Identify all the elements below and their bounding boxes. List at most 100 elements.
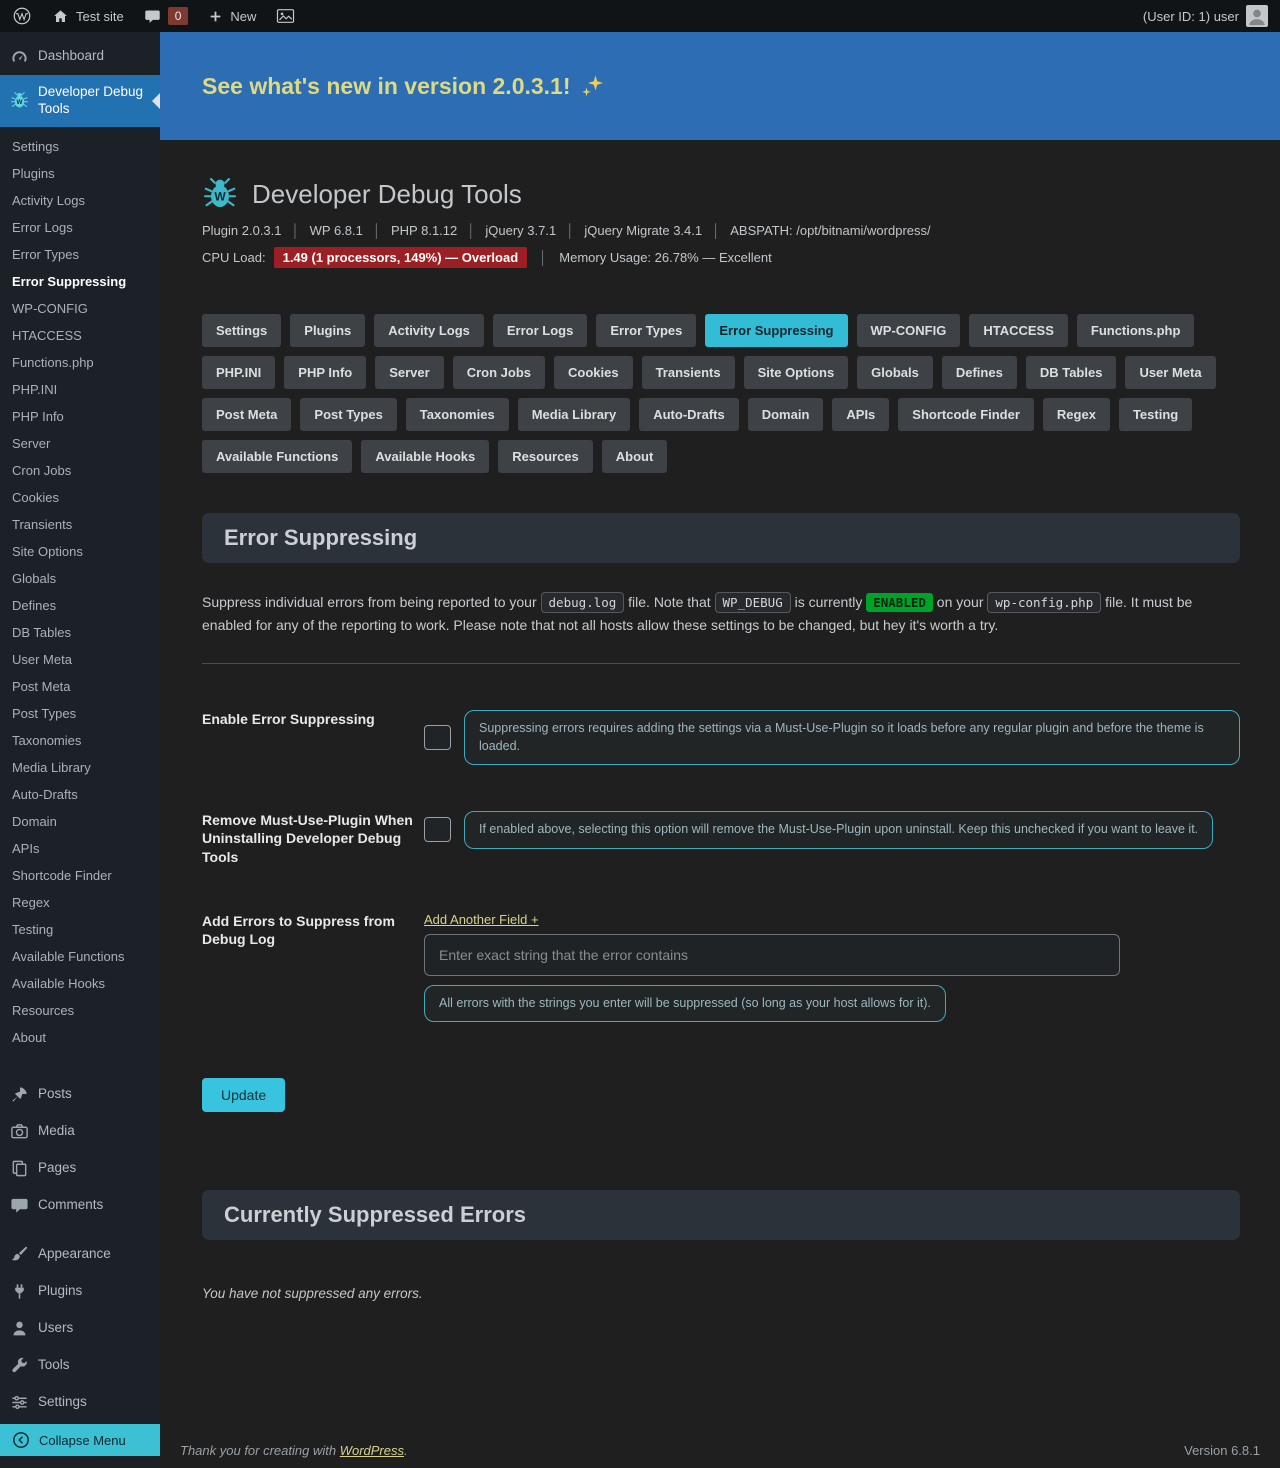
sidebar-submenu-item[interactable]: Error Suppressing	[0, 269, 160, 296]
tab[interactable]: DB Tables	[1026, 356, 1117, 389]
comments-link[interactable]: 0	[144, 7, 189, 25]
sidebar-submenu-item[interactable]: Auto-Drafts	[0, 782, 160, 809]
settings-icon	[10, 1393, 29, 1412]
sidebar-submenu-item[interactable]: Error Logs	[0, 215, 160, 242]
new-label: New	[230, 9, 256, 24]
sidebar-submenu-item[interactable]: Globals	[0, 566, 160, 593]
tab[interactable]: Plugins	[290, 314, 365, 347]
sidebar-item-comments[interactable]: Comments	[0, 1187, 160, 1224]
sidebar-submenu-item[interactable]: Defines	[0, 593, 160, 620]
tab[interactable]: Defines	[942, 356, 1017, 389]
sidebar-item-posts[interactable]: Posts	[0, 1076, 160, 1113]
tab[interactable]: Auto-Drafts	[639, 398, 739, 431]
tab[interactable]: Taxonomies	[406, 398, 509, 431]
sidebar-submenu-item[interactable]: Site Options	[0, 539, 160, 566]
tab[interactable]: Globals	[857, 356, 933, 389]
tab[interactable]: Site Options	[744, 356, 849, 389]
tab[interactable]: Post Types	[300, 398, 396, 431]
tab[interactable]: Server	[375, 356, 443, 389]
tab[interactable]: Error Logs	[493, 314, 587, 347]
sidebar-submenu-item[interactable]: Cookies	[0, 485, 160, 512]
sidebar-submenu-item[interactable]: PHP Info	[0, 404, 160, 431]
sidebar-item-pages[interactable]: Pages	[0, 1150, 160, 1187]
sidebar-submenu-item[interactable]: User Meta	[0, 647, 160, 674]
sidebar-submenu-item[interactable]: Domain	[0, 809, 160, 836]
tab[interactable]: Transients	[642, 356, 735, 389]
sidebar-submenu-item[interactable]: Testing	[0, 917, 160, 944]
tab[interactable]: Settings	[202, 314, 281, 347]
sidebar-item-developer-debug-tools[interactable]: Developer Debug Tools	[0, 75, 160, 127]
sidebar-item-appearance[interactable]: Appearance	[0, 1236, 160, 1273]
sidebar-submenu-item[interactable]: PHP.INI	[0, 377, 160, 404]
tab[interactable]: Cron Jobs	[453, 356, 545, 389]
enable-error-suppressing-checkbox[interactable]	[424, 725, 451, 750]
tab[interactable]: APIs	[832, 398, 889, 431]
tab[interactable]: PHP.INI	[202, 356, 275, 389]
tab[interactable]: Available Hooks	[361, 440, 489, 473]
sidebar-submenu-item[interactable]: Error Types	[0, 242, 160, 269]
wordpress-logo[interactable]	[12, 6, 32, 26]
sidebar-item-plugins[interactable]: Plugins	[0, 1273, 160, 1310]
tab[interactable]: User Meta	[1125, 356, 1215, 389]
tab[interactable]: Functions.php	[1077, 314, 1195, 347]
sidebar-submenu-item[interactable]: Media Library	[0, 755, 160, 782]
wordpress-link[interactable]: WordPress	[340, 1443, 404, 1458]
sidebar-submenu-item[interactable]: About	[0, 1025, 160, 1052]
tab[interactable]: Error Types	[596, 314, 696, 347]
sidebar-label-users: Users	[38, 1320, 73, 1337]
form-row-enable-error-suppressing: Enable Error Suppressing Suppressing err…	[202, 710, 1240, 765]
sidebar-submenu-item[interactable]: Post Types	[0, 701, 160, 728]
update-button[interactable]: Update	[202, 1078, 285, 1112]
sidebar-submenu-item[interactable]: Shortcode Finder	[0, 863, 160, 890]
tab[interactable]: Domain	[748, 398, 824, 431]
site-name-link[interactable]: Test site	[52, 8, 124, 25]
sidebar-submenu-item[interactable]: Taxonomies	[0, 728, 160, 755]
whats-new-banner[interactable]: See what's new in version 2.0.3.1!	[160, 32, 1280, 140]
sidebar-submenu-item[interactable]: Regex	[0, 890, 160, 917]
tab[interactable]: HTACCESS	[969, 314, 1068, 347]
remove-mu-plugin-checkbox[interactable]	[424, 817, 451, 842]
sidebar-submenu-item[interactable]: Plugins	[0, 161, 160, 188]
sidebar-submenu-item[interactable]: Activity Logs	[0, 188, 160, 215]
tab[interactable]: Available Functions	[202, 440, 352, 473]
sidebar-submenu-item[interactable]: Post Meta	[0, 674, 160, 701]
media-shortcut[interactable]	[276, 8, 295, 24]
tab[interactable]: Post Meta	[202, 398, 291, 431]
sidebar-submenu-item[interactable]: Transients	[0, 512, 160, 539]
add-another-field-link[interactable]: Add Another Field +	[424, 912, 539, 927]
sidebar-submenu-item[interactable]: Settings	[0, 134, 160, 161]
sidebar-submenu-item[interactable]: Functions.php	[0, 350, 160, 377]
tab[interactable]: Shortcode Finder	[898, 398, 1034, 431]
tab[interactable]: WP-CONFIG	[857, 314, 961, 347]
sidebar: Dashboard Developer Debug Tools Settings…	[0, 32, 160, 1468]
error-string-input[interactable]	[424, 934, 1120, 976]
collapse-menu-button[interactable]: Collapse Menu	[0, 1424, 160, 1456]
tab[interactable]: Media Library	[518, 398, 631, 431]
sidebar-submenu-item[interactable]: WP-CONFIG	[0, 296, 160, 323]
user-account-link[interactable]: (User ID: 1) user	[1143, 5, 1268, 27]
sidebar-submenu-item[interactable]: APIs	[0, 836, 160, 863]
sidebar-item-tools[interactable]: Tools	[0, 1347, 160, 1384]
sidebar-item-users[interactable]: Users	[0, 1310, 160, 1347]
tab[interactable]: Testing	[1119, 398, 1192, 431]
tab[interactable]: Activity Logs	[374, 314, 484, 347]
desc-text: file. Note that	[628, 594, 711, 610]
tab[interactable]: Error Suppressing	[705, 314, 847, 347]
sidebar-submenu-item[interactable]: HTACCESS	[0, 323, 160, 350]
sidebar-item-media[interactable]: Media	[0, 1113, 160, 1150]
sidebar-submenu-item[interactable]: Server	[0, 431, 160, 458]
new-content-link[interactable]: New	[208, 9, 256, 24]
sidebar-submenu-item[interactable]: Cron Jobs	[0, 458, 160, 485]
sidebar-submenu-item[interactable]: Available Functions	[0, 944, 160, 971]
meta-item: ABSPATH: /opt/bitnami/wordpress/	[702, 223, 931, 238]
sidebar-item-dashboard[interactable]: Dashboard	[0, 38, 160, 75]
tab[interactable]: Cookies	[554, 356, 633, 389]
tab[interactable]: Resources	[498, 440, 592, 473]
sidebar-submenu-item[interactable]: Available Hooks	[0, 971, 160, 998]
sidebar-submenu-item[interactable]: DB Tables	[0, 620, 160, 647]
tab[interactable]: PHP Info	[284, 356, 366, 389]
sidebar-item-settings[interactable]: Settings	[0, 1384, 160, 1421]
sidebar-submenu-item[interactable]: Resources	[0, 998, 160, 1025]
tab[interactable]: Regex	[1043, 398, 1110, 431]
tab[interactable]: About	[602, 440, 668, 473]
